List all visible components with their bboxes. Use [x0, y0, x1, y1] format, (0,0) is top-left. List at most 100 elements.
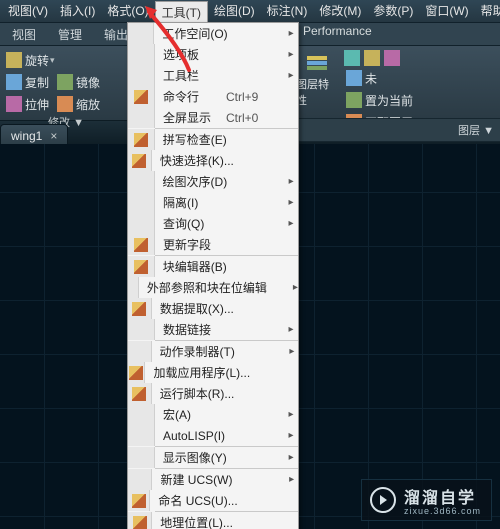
menu-item[interactable]: 工作空间(O) ▸	[128, 23, 298, 44]
runscript-icon	[128, 383, 152, 404]
scale-icon	[57, 96, 73, 112]
submenu-arrow-icon: ▸	[284, 430, 298, 441]
play-icon	[370, 487, 396, 513]
dataextract-icon	[128, 298, 152, 319]
menu-item[interactable]: 快速选择(K)...	[128, 150, 298, 171]
menu-modify[interactable]: 修改(M)	[313, 1, 367, 21]
menu-item[interactable]: 命令行Ctrl+9	[128, 86, 298, 107]
menu-item[interactable]: 查询(Q) ▸	[128, 213, 298, 234]
menu-view[interactable]: 视图(V)	[2, 1, 54, 21]
menu-item[interactable]: 新建 UCS(W)▸	[128, 469, 298, 490]
ribbon-scale[interactable]: 缩放	[55, 94, 102, 114]
menu-item-label: 全屏显示	[155, 109, 226, 126]
submenu-arrow-icon: ▸	[284, 218, 298, 229]
menu-item[interactable]: 动作录制器(T)▸	[128, 341, 298, 362]
menu-item-label: 显示图像(Y)	[155, 449, 227, 466]
menu-item-label: 数据链接	[155, 321, 226, 338]
menu-item-label: 加载应用程序(L)...	[145, 364, 250, 381]
watermark: 溜溜自学 zixue.3d66.com	[361, 479, 492, 521]
menu-item[interactable]: 显示图像(Y) ▸	[128, 447, 298, 468]
menu-item-label: 隔离(I)	[155, 194, 226, 211]
menu-item[interactable]: 绘图次序(D) ▸	[128, 171, 298, 192]
menu-param[interactable]: 参数(P)	[367, 1, 419, 21]
ribbon-setcurrent[interactable]: 置为当前	[344, 90, 415, 110]
menu-item[interactable]: 数据链接 ▸	[128, 319, 298, 340]
ucs-icon	[128, 490, 150, 511]
light-icon[interactable]	[344, 50, 360, 66]
menu-item[interactable]: 选项板▸	[128, 44, 298, 65]
menu-item[interactable]: 块编辑器(B)	[128, 256, 298, 277]
menu-gutter	[128, 447, 155, 468]
updatefield-icon	[128, 234, 155, 255]
paneltab-performance[interactable]: Performance	[303, 24, 372, 38]
menu-item[interactable]: 隔离(I)▸	[128, 192, 298, 213]
submenu-arrow-icon: ▸	[284, 409, 298, 420]
menu-item-label: 快速选择(K)...	[152, 152, 234, 169]
ribbon-mirror[interactable]: 镜像	[55, 72, 102, 92]
menu-item-label: 块编辑器(B)	[155, 258, 227, 275]
ribbon-layerprops[interactable]: 图层特性	[296, 50, 338, 108]
menu-item[interactable]: AutoLISP(I)▸	[128, 425, 298, 446]
menu-item[interactable]: 数据提取(X)...	[128, 298, 298, 319]
close-icon[interactable]: ×	[50, 129, 57, 143]
menu-item-label: 数据提取(X)...	[152, 300, 234, 317]
menu-item-label: 工作空间(O)	[154, 25, 227, 42]
bulb-icon[interactable]	[384, 50, 400, 66]
submenu-arrow-icon: ▸	[284, 452, 298, 463]
menu-window[interactable]: 窗口(W)	[419, 1, 474, 21]
menu-item-label: 绘图次序(D)	[155, 173, 228, 190]
watermark-url: zixue.3d66.com	[404, 506, 481, 516]
menu-draw[interactable]: 绘图(D)	[208, 1, 261, 21]
cmdline-icon	[128, 86, 155, 107]
menu-gutter	[128, 425, 155, 446]
document-tab-name: wing1	[11, 129, 42, 143]
ribbon-group-layer-label[interactable]: 图层 ▼	[297, 118, 500, 142]
menu-item-label: 命令行	[155, 88, 226, 105]
menu-gutter	[128, 341, 152, 362]
tools-menu: 工作空间(O)▸选项板▸工具栏▸命令行Ctrl+9全屏显示Ctrl+0拼写检查(…	[127, 22, 299, 529]
ribbon-stretch[interactable]: 拉伸	[4, 94, 51, 114]
setcurrent-icon	[346, 92, 362, 108]
menu-item-label: 更新字段	[155, 236, 226, 253]
menu-item-label: 运行脚本(R)...	[152, 385, 235, 402]
menu-format[interactable]: 格式(O)	[101, 1, 154, 21]
rotate-icon	[6, 52, 22, 68]
menu-item-label: 查询(Q)	[155, 215, 226, 232]
menu-gutter	[128, 404, 155, 425]
menu-help[interactable]: 帮助(H)	[475, 1, 500, 21]
submenu-arrow-icon: ▸	[284, 324, 298, 335]
geo-icon	[128, 512, 152, 529]
menu-item[interactable]: 命名 UCS(U)...	[128, 490, 298, 511]
menu-item-label: 拼写检查(E)	[155, 131, 227, 148]
ribbon-rotate[interactable]: 旋转▾	[4, 50, 57, 70]
menu-item-label: 外部参照和块在位编辑	[139, 279, 267, 296]
submenu-arrow-icon: ▸	[284, 176, 298, 187]
menu-item[interactable]: 地理位置(L)...	[128, 512, 298, 529]
menu-insert[interactable]: 插入(I)	[54, 1, 101, 21]
loadapp-icon	[128, 362, 145, 383]
menu-item[interactable]: 加载应用程序(L)...	[128, 362, 298, 383]
sun-icon[interactable]	[364, 50, 380, 66]
menu-item[interactable]: 全屏显示Ctrl+0	[128, 107, 298, 128]
mirror-icon	[57, 74, 73, 90]
menu-item-label: 宏(A)	[155, 406, 226, 423]
menu-gutter	[128, 192, 155, 213]
paneltab-view[interactable]: 视图	[8, 26, 40, 43]
menu-item[interactable]: 更新字段	[128, 234, 298, 255]
menu-gutter	[128, 107, 155, 128]
menu-item[interactable]: 拼写检查(E)	[128, 129, 298, 150]
paneltab-manage[interactable]: 管理	[54, 26, 86, 43]
menu-item[interactable]: 宏(A) ▸	[128, 404, 298, 425]
ribbon-copy[interactable]: 复制	[4, 72, 51, 92]
menu-item-shortcut: Ctrl+9	[226, 90, 284, 104]
layerprops-icon	[305, 50, 329, 74]
menu-item[interactable]: 工具栏▸	[128, 65, 298, 86]
ribbon-unsaved[interactable]: 未	[344, 68, 415, 88]
submenu-arrow-icon: ▸	[284, 28, 298, 39]
menu-item[interactable]: 外部参照和块在位编辑▸	[128, 277, 298, 298]
menu-item[interactable]: 运行脚本(R)...	[128, 383, 298, 404]
menu-dim[interactable]: 标注(N)	[261, 1, 314, 21]
menu-tools[interactable]: 工具(T)	[155, 1, 208, 24]
ribbon-group-modify: 旋转▾ 复制 镜像 拉伸 缩放 修改 ▼	[0, 46, 133, 120]
menu-gutter	[128, 23, 154, 44]
